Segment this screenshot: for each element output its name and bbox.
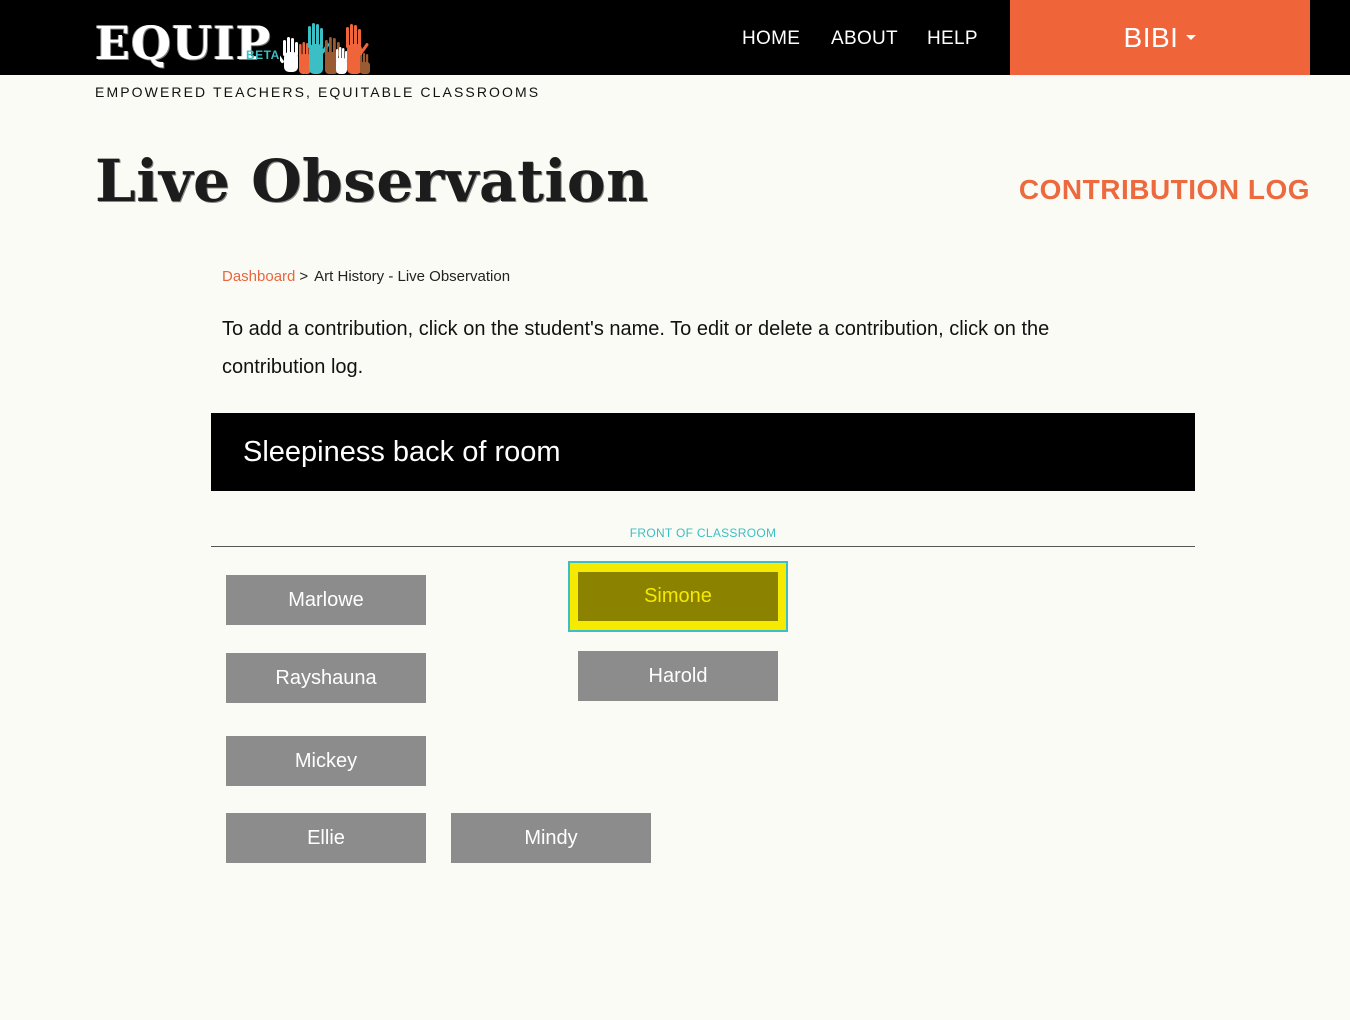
breadcrumb-separator: > [299, 268, 309, 285]
nav-help-link[interactable]: HELP [927, 28, 978, 50]
beta-badge: BETA [246, 48, 280, 62]
logo-wordmark: EQUIP [95, 16, 272, 70]
student-seat-rayshauna[interactable]: Rayshauna [226, 653, 426, 703]
student-seat-mickey[interactable]: Mickey [226, 736, 426, 786]
student-seat-marlowe[interactable]: Marlowe [226, 575, 426, 625]
observation-banner: Sleepiness back of room [211, 413, 1195, 491]
student-seat-simone[interactable]: Simone [578, 572, 778, 621]
banner-text: Sleepiness back of room [243, 435, 561, 468]
nav-about-link[interactable]: ABOUT [831, 28, 898, 50]
nav-home-link[interactable]: HOME [742, 28, 800, 50]
breadcrumb: Dashboard > Art History - Live Observation [222, 268, 510, 285]
user-menu-label: BIBI [1123, 21, 1179, 53]
contribution-log-link[interactable]: CONTRIBUTION LOG [1019, 174, 1310, 206]
top-nav-bar: EQUIP BETA HOME ABOUT HELP BIBI [0, 0, 1350, 75]
student-seat-mindy[interactable]: Mindy [451, 813, 651, 863]
caret-down-icon [1186, 35, 1197, 40]
breadcrumb-dashboard-link[interactable]: Dashboard [222, 268, 295, 285]
raised-hands-icon [280, 23, 370, 74]
front-of-classroom-label: FRONT OF CLASSROOM [629, 526, 777, 540]
student-seat-ellie[interactable]: Ellie [226, 813, 426, 863]
student-seat-harold[interactable]: Harold [578, 651, 778, 701]
front-of-classroom-divider [211, 546, 1195, 547]
selected-seat-highlight: Simone [568, 561, 788, 632]
breadcrumb-current: Art History - Live Observation [314, 268, 511, 285]
instructions-text: To add a contribution, click on the stud… [222, 318, 1050, 378]
page-title: Live Observation [95, 147, 649, 215]
user-menu-dropdown[interactable]: BIBI [1010, 0, 1310, 75]
site-tagline: EMPOWERED TEACHERS, EQUITABLE CLASSROOMS [95, 84, 541, 100]
